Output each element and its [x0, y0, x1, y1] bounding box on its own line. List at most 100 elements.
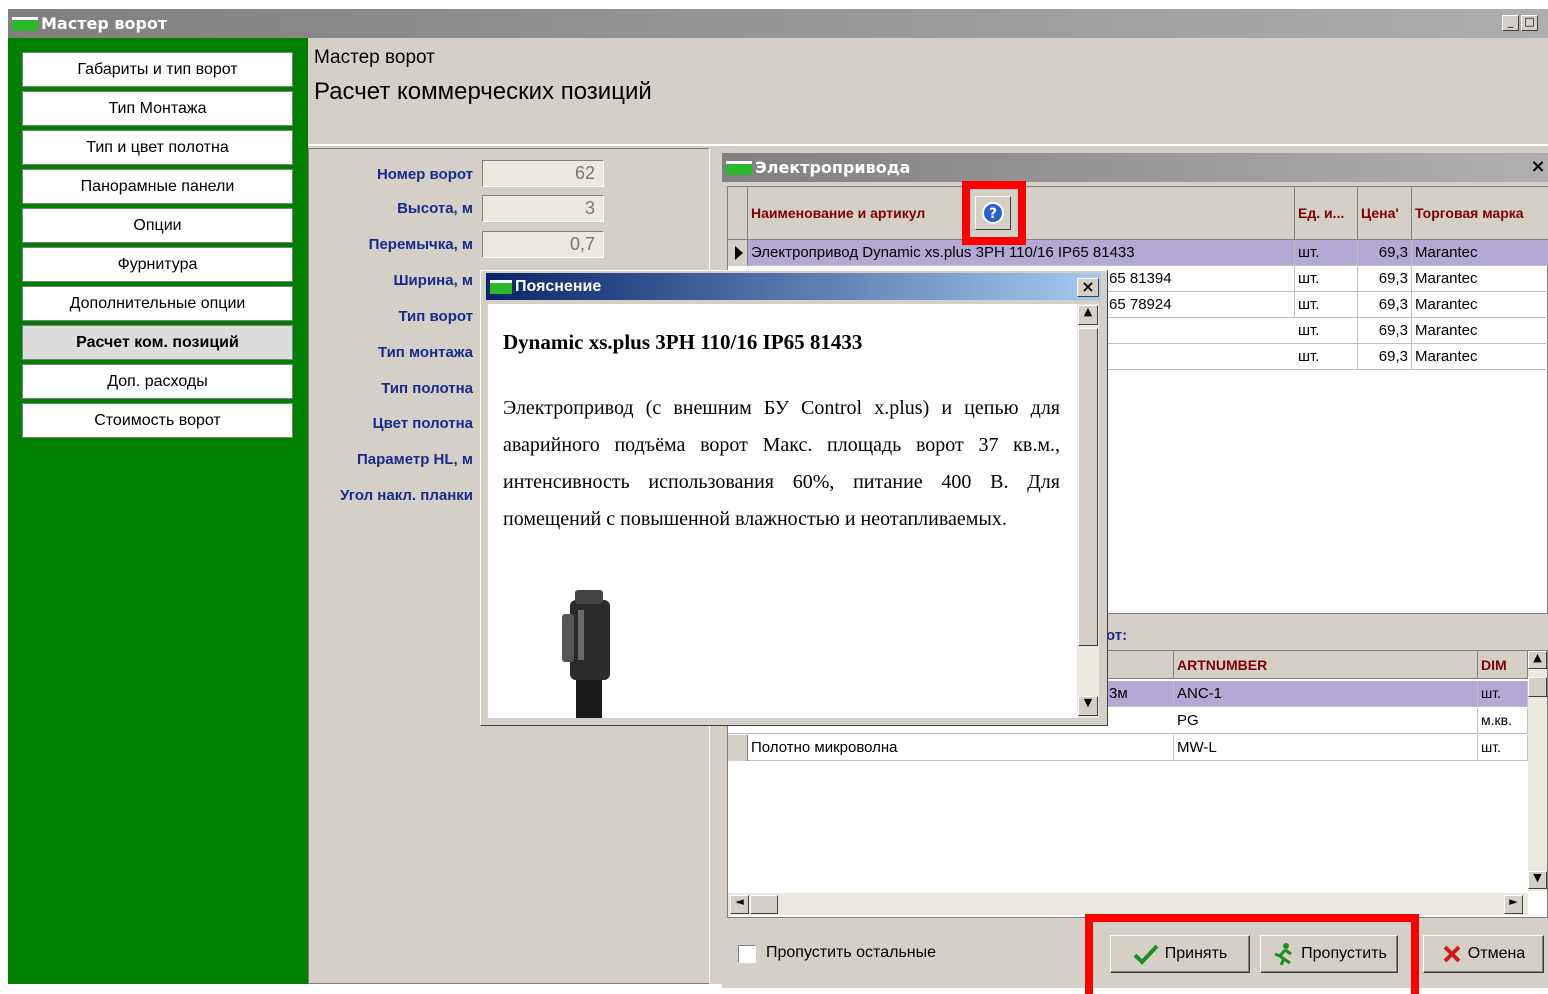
col-header-brand[interactable]: Торговая марка: [1412, 187, 1548, 240]
skip-button[interactable]: Пропустить: [1260, 935, 1398, 973]
cell-name: 65 81394: [1106, 266, 1295, 292]
label-hl-param: Параметр HL, м: [357, 451, 473, 468]
hscroll-thumb[interactable]: [750, 895, 778, 914]
page-subtitle: Мастер ворот: [314, 47, 435, 68]
app-icon: [12, 16, 38, 31]
cell-dim: шт.: [1478, 681, 1528, 707]
content-header: Мастер ворот Расчет коммерческих позиций: [308, 38, 1548, 146]
accept-button[interactable]: Принять: [1110, 935, 1250, 973]
cancel-button[interactable]: Отмена: [1423, 935, 1544, 973]
popup-body: Dynamic xs.plus 3PH 110/16 IP65 81433 Эл…: [488, 304, 1077, 718]
drives-window-title-bar: Электропривода: [722, 153, 1548, 182]
label-bar-angle: Угол накл. планки: [340, 487, 473, 504]
sidebar-item-panoramic[interactable]: Панорамные панели: [22, 169, 293, 204]
sidebar-item-mount-type[interactable]: Тип Монтажа: [22, 91, 293, 126]
cell-price: 69,3: [1358, 240, 1412, 266]
sidebar-item-extra-costs[interactable]: Доп. расходы: [22, 364, 293, 399]
label-width: Ширина, м: [393, 272, 473, 289]
sidebar-item-commercial[interactable]: Расчет ком. позиций: [22, 325, 293, 360]
grid-header-indicator: [728, 187, 748, 240]
window-title-bar: Мастер ворот: [8, 9, 1548, 38]
popup-heading: Dynamic xs.plus 3PH 110/16 IP65 81433: [503, 330, 863, 354]
skip-button-label: Пропустить: [1301, 945, 1387, 962]
popup-scrollbar[interactable]: ▲ ▼: [1077, 304, 1099, 718]
col-header-artnumber[interactable]: ARTNUMBER: [1174, 651, 1478, 679]
skip-rest-checkbox[interactable]: [738, 945, 756, 963]
popup-scroll-thumb[interactable]: [1078, 328, 1098, 646]
lintel-field[interactable]: 0,7: [482, 231, 604, 258]
cross-icon: [1443, 945, 1461, 963]
cell-unit: шт.: [1295, 240, 1358, 266]
cell-price: 69,3: [1358, 344, 1412, 370]
popup-icon: [490, 279, 512, 294]
cell-brand: Marantec: [1412, 240, 1548, 266]
cell-dim: шт.: [1478, 735, 1528, 761]
cell-brand: Marantec: [1412, 344, 1548, 370]
items-hscrollbar[interactable]: ◄ ►: [728, 893, 1528, 915]
section-label: от:: [1106, 627, 1128, 644]
cell-brand: Marantec: [1412, 318, 1548, 344]
cell-item-name: Полотно микроволна: [748, 735, 1174, 761]
height-field[interactable]: 3: [482, 195, 604, 222]
items-vscrollbar[interactable]: ▲ ▼: [1528, 651, 1547, 891]
cell-item-name: 3м: [1106, 681, 1174, 707]
popup-description: Электропривод (с внешним БУ Control x.pl…: [503, 397, 1060, 530]
cell-unit: шт.: [1295, 318, 1358, 344]
cell-unit: шт.: [1295, 266, 1358, 292]
cell-brand: Marantec: [1412, 266, 1548, 292]
help-icon: ?: [982, 202, 1004, 224]
table-row[interactable]: Электропривод Dynamic xs.plus 3PH 110/16…: [728, 240, 1548, 266]
help-button[interactable]: ?: [975, 196, 1011, 230]
popup-scroll-up-icon[interactable]: ▲: [1078, 305, 1098, 325]
col-header-price[interactable]: Цена': [1358, 187, 1412, 240]
row-indicator: [728, 240, 748, 266]
cell-name: 65 78924: [1106, 292, 1295, 318]
gate-number-field[interactable]: 62: [482, 160, 604, 187]
accept-button-label: Принять: [1164, 945, 1228, 962]
popup-title: Пояснение: [515, 277, 602, 295]
cell-artnumber: ANC-1: [1174, 681, 1478, 707]
window-title: Мастер ворот: [41, 14, 168, 33]
sidebar-item-gate-cost[interactable]: Стоимость ворот: [22, 403, 293, 438]
page-title: Расчет коммерческих позиций: [314, 78, 652, 105]
col-header-unit[interactable]: Ед. и...: [1295, 187, 1358, 240]
sidebar-item-options[interactable]: Опции: [22, 208, 293, 243]
scroll-thumb[interactable]: [1528, 677, 1547, 697]
sidebar: Габариты и тип ворот Тип Монтажа Тип и ц…: [8, 38, 308, 984]
cell-artnumber: PG: [1174, 708, 1478, 734]
sidebar-item-panel-type[interactable]: Тип и цвет полотна: [22, 130, 293, 165]
minimize-button[interactable]: _: [1502, 15, 1519, 31]
drives-close-button[interactable]: ×: [1528, 157, 1548, 177]
cell-unit: шт.: [1295, 344, 1358, 370]
cancel-button-label: Отмена: [1467, 945, 1526, 962]
col-header-name-label: Наименование и артикул: [751, 205, 926, 221]
checkmark-icon: [1133, 944, 1159, 965]
label-gate-number: Номер ворот: [376, 166, 473, 183]
label-height: Высота, м: [397, 200, 473, 217]
scroll-down-arrow-icon[interactable]: ▼: [1528, 871, 1547, 889]
running-man-icon: [1274, 943, 1292, 966]
row-indicator: [728, 735, 748, 761]
maximize-button[interactable]: □: [1521, 15, 1538, 31]
drives-window-icon: [726, 160, 752, 175]
scroll-right-arrow-icon[interactable]: ►: [1504, 895, 1523, 914]
sidebar-item-fittings[interactable]: Фурнитура: [22, 247, 293, 282]
scroll-left-arrow-icon[interactable]: ◄: [730, 895, 749, 914]
cell-unit: шт.: [1295, 292, 1358, 318]
label-mount-type: Тип монтажа: [377, 344, 473, 361]
cell-brand: Marantec: [1412, 292, 1548, 318]
sidebar-item-extra-options[interactable]: Дополнительные опции: [22, 286, 293, 321]
cell-price: 69,3: [1358, 318, 1412, 344]
list-item[interactable]: Полотно микроволна MW-L шт.: [728, 735, 1528, 761]
col-header-dim[interactable]: DIM: [1478, 651, 1528, 679]
sidebar-item-dimensions[interactable]: Габариты и тип ворот: [22, 52, 293, 87]
cell-price: 69,3: [1358, 266, 1412, 292]
label-panel-type: Тип полотна: [381, 380, 473, 397]
popup-close-button[interactable]: ×: [1077, 278, 1099, 297]
drives-window-title: Электропривода: [755, 158, 911, 177]
cell-artnumber: MW-L: [1174, 735, 1478, 761]
scroll-up-arrow-icon[interactable]: ▲: [1528, 651, 1547, 669]
popup-title-bar: Пояснение: [486, 273, 1101, 300]
skip-rest-label: Пропустить остальные: [766, 944, 937, 961]
popup-scroll-down-icon[interactable]: ▼: [1078, 696, 1098, 716]
